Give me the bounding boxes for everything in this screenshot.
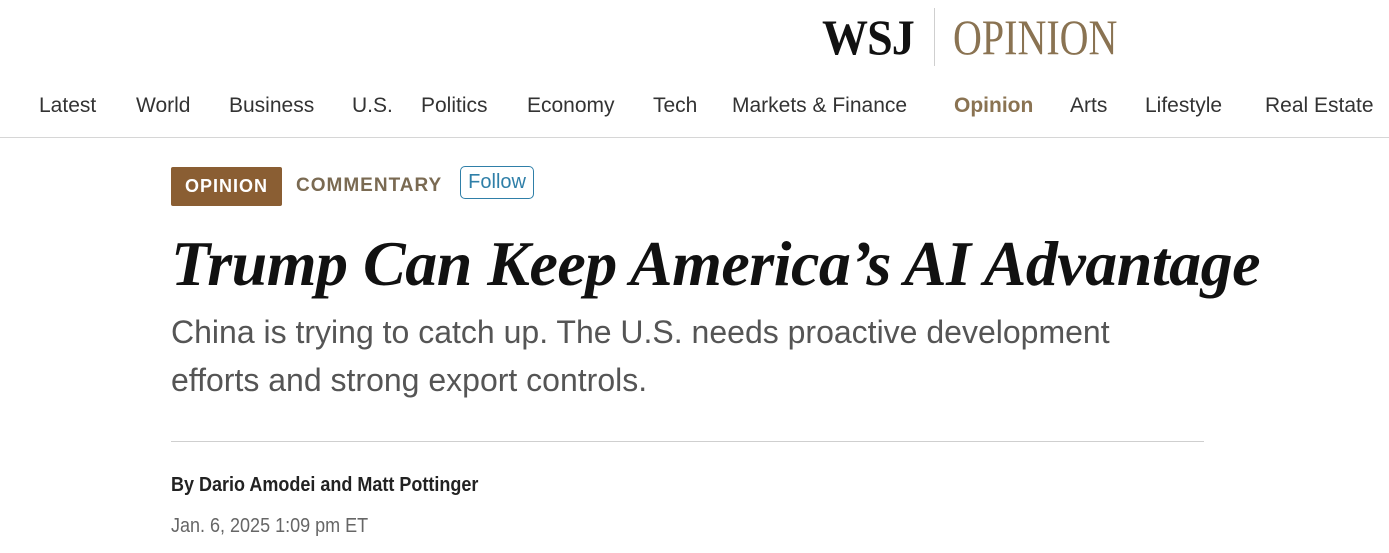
nav-item-world[interactable]: World [136, 94, 190, 118]
nav-item-economy[interactable]: Economy [527, 94, 615, 118]
byline-divider [171, 441, 1204, 442]
article-byline: By Dario Amodei and Matt Pottinger [171, 474, 479, 496]
wsj-logo-text: WSJ [822, 9, 915, 65]
nav-item-business[interactable]: Business [229, 94, 314, 118]
article-dek: China is trying to catch up. The U.S. ne… [171, 314, 1110, 398]
opinion-section-badge[interactable]: OPINION [171, 166, 283, 206]
article-timestamp: Jan. 6, 2025 1:09 pm ET [171, 515, 369, 537]
wsj-opinion-logo[interactable]: WSJ OPINION [822, 8, 1158, 66]
article-headline: Trump Can Keep America’s AI Advantage [171, 228, 1261, 299]
nav-item-us[interactable]: U.S. [352, 94, 393, 118]
masthead: WSJ OPINION [0, 0, 1389, 80]
nav-item-markets-finance[interactable]: Markets & Finance [732, 94, 907, 118]
nav-item-latest[interactable]: Latest [39, 94, 96, 118]
commentary-column-label[interactable]: COMMENTARY [296, 175, 442, 197]
logo-divider [933, 8, 935, 66]
article-kicker: OPINION COMMENTARY Follow [171, 165, 534, 206]
nav-item-politics[interactable]: Politics [421, 94, 488, 118]
nav-item-lifestyle[interactable]: Lifestyle [1145, 94, 1222, 118]
nav-item-opinion[interactable]: Opinion [954, 94, 1033, 118]
nav-item-real-estate[interactable]: Real Estate [1265, 94, 1374, 118]
follow-button[interactable]: Follow [460, 165, 534, 199]
nav-item-arts[interactable]: Arts [1070, 94, 1107, 118]
section-navigation: Latest World Business U.S. Politics Econ… [0, 84, 1389, 138]
opinion-logo-text: OPINION [952, 9, 1118, 65]
nav-item-tech[interactable]: Tech [653, 94, 697, 118]
